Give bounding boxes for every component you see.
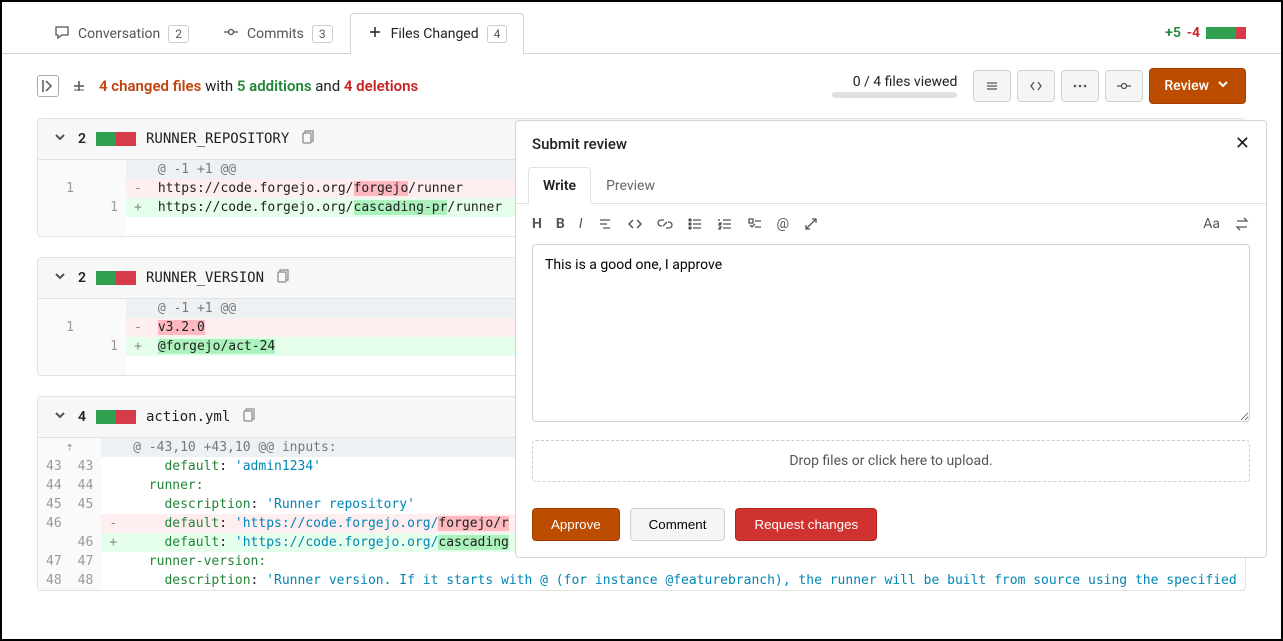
file-change-count: 2 bbox=[78, 131, 86, 147]
copy-icon[interactable] bbox=[299, 129, 315, 149]
editor-toolbar: H B I @ Aa bbox=[516, 204, 1266, 244]
file-change-count: 2 bbox=[78, 270, 86, 286]
files-count: 4 changed files bbox=[99, 77, 201, 95]
diff-summary-row: 4 changed files with 5 additions and 4 d… bbox=[2, 54, 1281, 118]
code-icon[interactable] bbox=[627, 216, 643, 232]
request-changes-button[interactable]: Request changes bbox=[735, 508, 877, 541]
copy-icon[interactable] bbox=[274, 268, 290, 288]
tab-count: 2 bbox=[168, 25, 189, 43]
file-dropzone[interactable]: Drop files or click here to upload. bbox=[532, 440, 1250, 482]
bold-icon[interactable]: B bbox=[556, 216, 565, 232]
file-diffstat-bar bbox=[96, 132, 136, 146]
tab-preview[interactable]: Preview bbox=[591, 167, 670, 204]
file-name: action.yml bbox=[146, 409, 230, 425]
comment-button[interactable]: Comment bbox=[630, 508, 726, 541]
panel-tabs: Write Preview bbox=[516, 166, 1266, 204]
diff-icon bbox=[367, 24, 383, 44]
panel-header: Submit review ✕ bbox=[516, 121, 1266, 166]
file-change-count: 4 bbox=[78, 409, 86, 425]
review-label: Review bbox=[1164, 78, 1209, 94]
quote-icon[interactable] bbox=[597, 216, 613, 232]
font-size-icon[interactable]: Aa bbox=[1203, 216, 1220, 232]
additions-count: +5 bbox=[1165, 25, 1181, 41]
additions: 5 additions bbox=[237, 77, 312, 95]
chevron-down-icon[interactable] bbox=[52, 129, 68, 149]
tab-conversation[interactable]: Conversation 2 bbox=[37, 13, 206, 54]
review-panel: Submit review ✕ Write Preview H B I @ Aa… bbox=[515, 120, 1267, 558]
comment-icon bbox=[54, 24, 70, 44]
files-viewed-text: 0 / 4 files viewed bbox=[853, 74, 958, 90]
link-icon[interactable] bbox=[657, 216, 673, 232]
expand-all-button[interactable] bbox=[973, 70, 1011, 102]
tab-count: 4 bbox=[487, 25, 508, 43]
tab-count: 3 bbox=[312, 25, 333, 43]
tab-write[interactable]: Write bbox=[528, 167, 591, 204]
tab-label: Commits bbox=[247, 26, 304, 42]
tab-label: Conversation bbox=[78, 26, 160, 42]
files-viewed: 0 / 4 files viewed bbox=[832, 74, 957, 98]
copy-icon[interactable] bbox=[240, 407, 256, 427]
more-options-button[interactable] bbox=[1061, 70, 1099, 102]
summary-text: 4 changed files with 5 additions and 4 d… bbox=[99, 77, 418, 95]
chevron-down-icon bbox=[1215, 76, 1231, 96]
tab-files-changed[interactable]: Files Changed 4 bbox=[350, 13, 525, 54]
tab-label: Files Changed bbox=[391, 26, 479, 42]
chevron-down-icon[interactable] bbox=[52, 407, 68, 427]
diffstat-bar bbox=[1206, 27, 1246, 39]
italic-icon[interactable]: I bbox=[579, 216, 583, 232]
files-viewed-bar bbox=[832, 92, 957, 98]
tab-commits[interactable]: Commits 3 bbox=[206, 13, 350, 54]
expand-icon[interactable] bbox=[803, 216, 819, 232]
pr-tabs: Conversation 2 Commits 3 Files Changed 4… bbox=[2, 2, 1281, 54]
deletions-count: -4 bbox=[1187, 25, 1200, 41]
file-name: RUNNER_REPOSITORY bbox=[146, 131, 289, 147]
diffstat: +5 -4 bbox=[1165, 25, 1246, 41]
file-tree-toggle[interactable] bbox=[37, 75, 59, 97]
deletions: 4 deletions bbox=[344, 77, 418, 95]
commit-icon bbox=[223, 24, 239, 44]
ul-icon[interactable] bbox=[687, 216, 703, 232]
review-textarea[interactable] bbox=[532, 244, 1250, 422]
mention-icon[interactable]: @ bbox=[777, 216, 790, 232]
chevron-down-icon[interactable] bbox=[52, 268, 68, 288]
close-icon[interactable]: ✕ bbox=[1235, 133, 1250, 154]
swap-icon[interactable] bbox=[1234, 216, 1250, 232]
layout-toggle-button[interactable] bbox=[1017, 70, 1055, 102]
review-button[interactable]: Review bbox=[1149, 68, 1246, 104]
diff-row-ctx[interactable]: 4848 description: 'Runner version. If it… bbox=[38, 571, 1246, 590]
panel-actions: Approve Comment Request changes bbox=[516, 496, 1266, 557]
file-diffstat-bar bbox=[96, 410, 136, 424]
commit-nav-button[interactable] bbox=[1105, 70, 1143, 102]
file-name: RUNNER_VERSION bbox=[146, 270, 264, 286]
panel-title: Submit review bbox=[532, 135, 627, 153]
ol-icon[interactable] bbox=[717, 216, 733, 232]
whitespace-toggle[interactable] bbox=[71, 78, 87, 94]
file-diffstat-bar bbox=[96, 271, 136, 285]
approve-button[interactable]: Approve bbox=[532, 508, 620, 541]
heading-icon[interactable]: H bbox=[532, 216, 542, 232]
tasklist-icon[interactable] bbox=[747, 216, 763, 232]
